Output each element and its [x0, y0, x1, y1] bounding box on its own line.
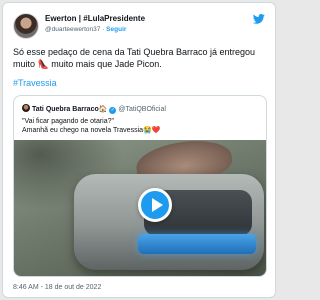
follow-link[interactable]: Seguir — [106, 26, 126, 33]
author-display-name[interactable]: Ewerton | #LulaPresidente — [45, 14, 245, 23]
author-handle[interactable]: @duarteewerton37 — [45, 26, 100, 33]
author-info: Ewerton | #LulaPresidente @duarteewerton… — [45, 14, 245, 33]
verified-badge-icon: ✓ — [109, 107, 117, 114]
play-button[interactable] — [138, 188, 172, 222]
twitter-bird-icon[interactable] — [253, 14, 265, 24]
avatar[interactable] — [13, 13, 39, 39]
device-led-strip — [138, 234, 256, 254]
tweet-timestamp[interactable]: 8:46 AM - 18 de out de 2022 — [13, 284, 101, 291]
tweet-card: Ewerton | #LulaPresidente @duarteewerton… — [2, 2, 276, 298]
quoted-text-line-2: Amanhã eu chego na novela Travessia😭❤️ — [22, 127, 161, 134]
quoted-text: "Vai ficar pagando de otaria?" Amanhã eu… — [22, 117, 258, 135]
quoted-text-line-1: "Vai ficar pagando de otaria?" — [22, 118, 115, 125]
quoted-handle[interactable]: @TatiQBOficial — [118, 106, 166, 113]
video-player[interactable] — [14, 140, 266, 276]
hashtag-link[interactable]: #Travessia — [13, 78, 57, 88]
tweet-header: Ewerton | #LulaPresidente @duarteewerton… — [13, 13, 265, 43]
tweet-text: Só esse pedaço de cena da Tati Quebra Ba… — [13, 47, 255, 69]
video-device — [74, 174, 264, 270]
author-handle-line: @duarteewerton37 · Seguir — [45, 26, 245, 33]
quoted-tweet[interactable]: Tati Quebra Barraco🏠 ✓ @TatiQBOficial "V… — [13, 95, 267, 277]
play-icon — [152, 198, 163, 212]
quoted-tweet-header: Tati Quebra Barraco🏠 ✓ @TatiQBOficial — [22, 104, 260, 114]
quoted-avatar[interactable] — [22, 104, 30, 112]
quoted-display-name[interactable]: Tati Quebra Barraco🏠 — [32, 106, 108, 113]
